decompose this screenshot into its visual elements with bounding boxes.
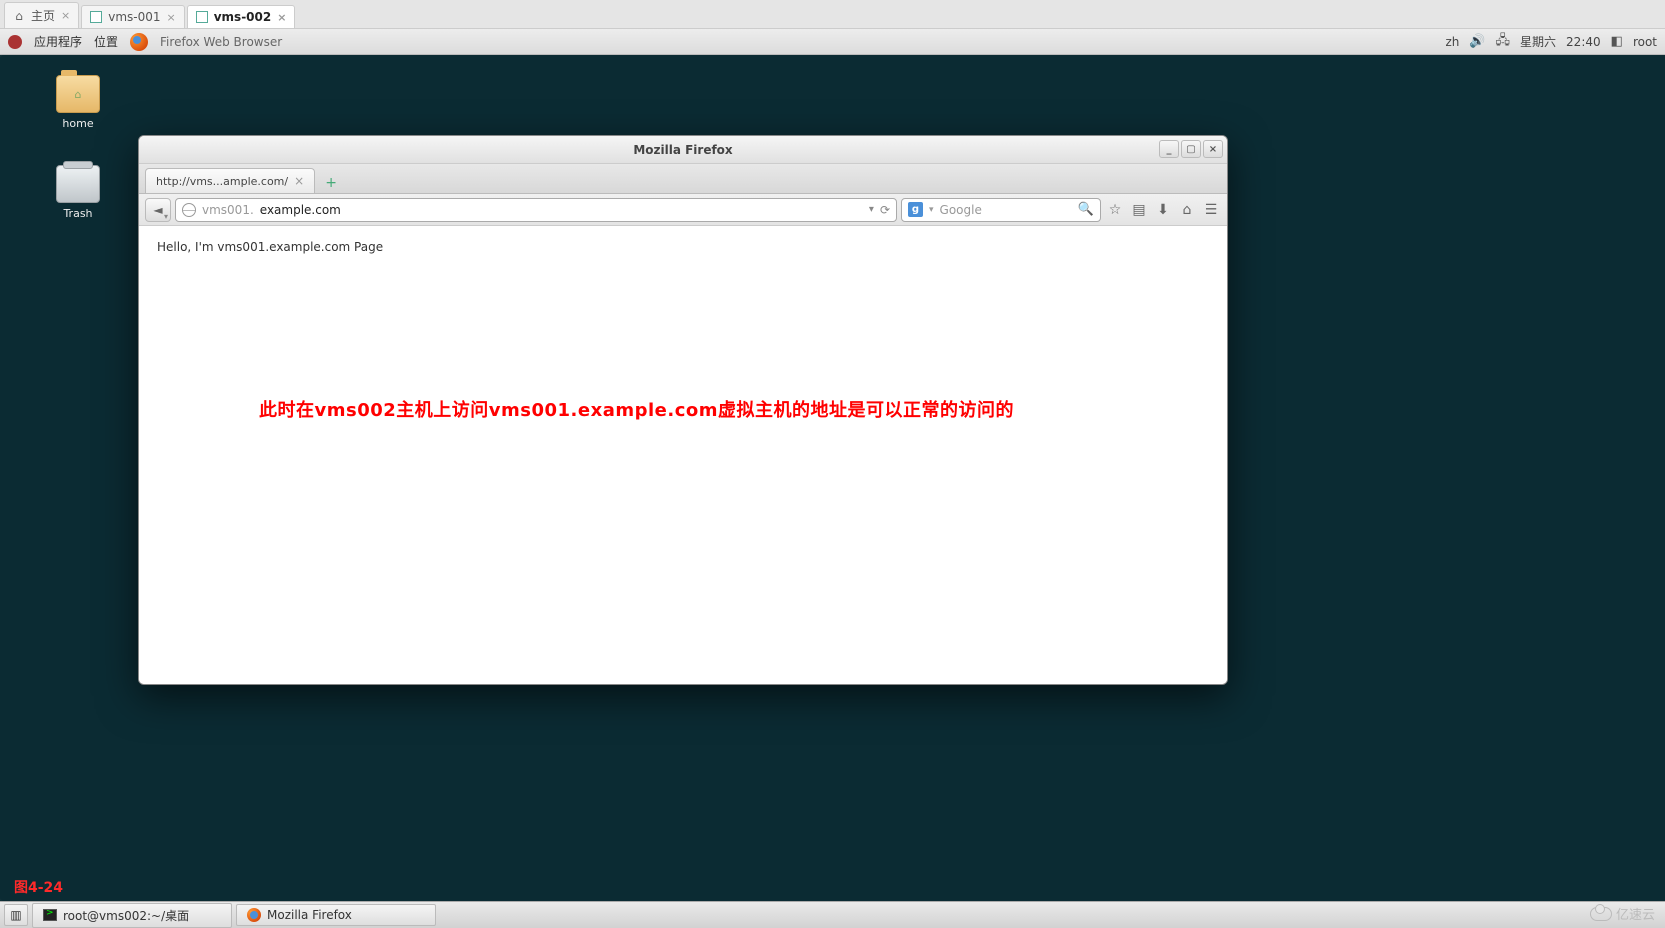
window-title: Mozilla Firefox [633,143,732,157]
browser-tab[interactable]: http://vms...ample.com/ × [145,168,315,193]
activities-icon[interactable] [8,35,22,49]
places-menu[interactable]: 位置 [94,33,118,50]
show-desktop-button[interactable]: ▥ [4,904,28,926]
active-app-label[interactable]: Firefox Web Browser [160,35,282,49]
taskbar: ▥ root@vms002:~/桌面 Mozilla Firefox 亿速云 [0,901,1665,928]
close-icon[interactable]: × [167,11,176,24]
window-maximize-button[interactable]: ▢ [1181,140,1201,158]
show-desktop-icon: ▥ [10,908,21,922]
watermark-text: 亿速云 [1616,904,1655,923]
back-button[interactable]: ◄▾ [145,198,171,222]
desktop-icon-label: Trash [38,207,118,220]
vm-icon [90,11,102,23]
trash-icon [56,165,100,203]
vm-icon [196,11,208,23]
document-tab-vms001[interactable]: vms-001 × [81,5,185,28]
window-close-button[interactable]: × [1203,140,1223,158]
history-dropdown-icon[interactable]: ▾ [869,204,874,215]
applications-menu[interactable]: 应用程序 [34,33,82,50]
watermark: 亿速云 [1590,904,1655,923]
figure-label: 图4-24 [14,877,63,897]
taskbar-item-label: Mozilla Firefox [267,908,352,922]
annotation-text: 此时在vms002主机上访问vms001.example.com虚拟主机的地址是… [259,396,1014,422]
page-content: Hello, I'm vms001.example.com Page 此时在vm… [139,226,1227,684]
window-titlebar[interactable]: Mozilla Firefox _ ▢ × [139,136,1227,164]
tab-label: vms-001 [108,10,160,24]
document-tab-home[interactable]: ⌂ 主页 × [4,2,79,28]
close-icon[interactable]: × [277,11,286,24]
desktop-icon-label: home [38,117,118,130]
menu-icon[interactable]: ☰ [1201,202,1221,218]
url-domain: example.com [260,203,341,217]
taskbar-item-terminal[interactable]: root@vms002:~/桌面 [32,903,232,928]
gnome-top-bar: 应用程序 位置 Firefox Web Browser zh 🔊 🖧 星期六 2… [0,29,1665,55]
reload-button[interactable]: ⟳ [880,203,890,217]
user-label[interactable]: root [1633,35,1657,49]
home-icon: ⌂ [13,10,25,22]
tab-label: vms-002 [214,10,272,24]
power-icon[interactable]: ◧ [1611,34,1623,49]
page-body-text: Hello, I'm vms001.example.com Page [157,240,1209,254]
downloads-icon[interactable]: ⬇ [1153,202,1173,218]
close-icon[interactable]: × [61,9,70,22]
document-tab-vms002[interactable]: vms-002 × [187,5,296,28]
folder-icon: ⌂ [56,75,100,113]
browser-toolbar: ◄▾ vms001. example.com ▾ ⟳ g ▾ Google 🔍 ☆… [139,194,1227,226]
volume-icon[interactable]: 🔊 [1469,34,1485,49]
input-method-indicator[interactable]: zh [1445,35,1459,49]
terminal-icon [43,909,57,921]
taskbar-item-firefox[interactable]: Mozilla Firefox [236,904,436,926]
firefox-icon[interactable] [130,33,148,51]
desktop-icon-trash[interactable]: Trash [38,165,118,220]
clock-day[interactable]: 星期六 [1520,33,1556,50]
url-subdomain: vms001. [202,203,254,217]
url-bar[interactable]: vms001. example.com ▾ ⟳ [175,198,897,222]
bookmark-star-icon[interactable]: ☆ [1105,202,1125,218]
home-icon[interactable]: ⌂ [1177,202,1197,218]
cloud-icon [1590,907,1612,921]
tab-label: 主页 [31,7,55,24]
network-icon[interactable]: 🖧 [1496,31,1511,53]
new-tab-button[interactable]: + [319,173,343,193]
tab-label: http://vms...ample.com/ [156,175,288,188]
clock-time[interactable]: 22:40 [1566,35,1601,49]
desktop[interactable]: ⌂ home Trash Mozilla Firefox _ ▢ × http:… [0,55,1665,901]
search-bar[interactable]: g ▾ Google 🔍 [901,198,1101,222]
firefox-window: Mozilla Firefox _ ▢ × http://vms...ample… [138,135,1228,685]
taskbar-item-label: root@vms002:~/桌面 [63,907,189,924]
google-icon: g [908,202,923,217]
browser-tab-strip: http://vms...ample.com/ × + [139,164,1227,194]
window-minimize-button[interactable]: _ [1159,140,1179,158]
desktop-icon-home[interactable]: ⌂ home [38,75,118,130]
bookmarks-menu-icon[interactable]: ▤ [1129,202,1149,218]
search-placeholder: Google [940,203,982,217]
firefox-icon [247,908,261,922]
globe-icon [182,203,196,217]
search-icon[interactable]: 🔍 [1078,202,1094,217]
document-tab-strip: ⌂ 主页 × vms-001 × vms-002 × [0,0,1665,29]
close-icon[interactable]: × [294,174,304,188]
